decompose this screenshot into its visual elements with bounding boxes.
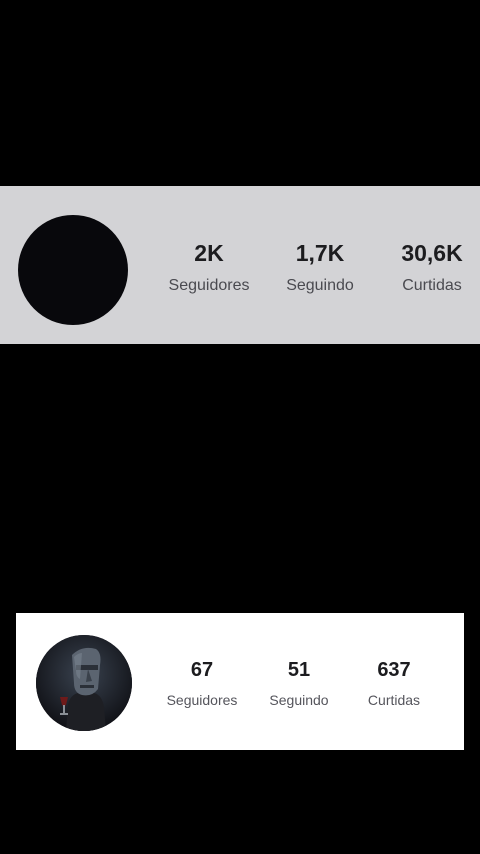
avatar[interactable] — [36, 635, 132, 731]
followers-count: 67 — [190, 659, 214, 681]
profile-stats-card-top: 2K Seguidores 1,7K Seguindo 30,6K Curtid… — [0, 186, 480, 344]
avatar[interactable] — [18, 215, 128, 325]
following-label: Seguindo — [286, 277, 354, 294]
followers-label: Seguidores — [168, 277, 250, 294]
following-label: Seguindo — [269, 692, 329, 708]
likes-label: Curtidas — [402, 277, 462, 294]
following-count: 1,7K — [295, 240, 345, 266]
followers-label: Seguidores — [166, 692, 238, 708]
moai-statue-icon — [36, 635, 132, 731]
followers-stat[interactable]: 67 Seguidores — [158, 657, 246, 709]
followers-stat[interactable]: 2K Seguidores — [160, 238, 258, 296]
following-count: 51 — [287, 659, 311, 681]
likes-count: 30,6K — [401, 240, 463, 266]
likes-label: Curtidas — [367, 692, 421, 708]
followers-count: 2K — [194, 240, 224, 266]
following-stat[interactable]: 1,7K Seguindo — [276, 238, 364, 296]
likes-stat[interactable]: 30,6K Curtidas — [391, 238, 473, 296]
likes-count: 637 — [377, 659, 411, 681]
likes-stat[interactable]: 637 Curtidas — [358, 657, 430, 709]
profile-stats-card-bottom: 67 Seguidores 51 Seguindo 637 Curtidas — [16, 613, 464, 750]
following-stat[interactable]: 51 Seguindo — [260, 657, 338, 709]
